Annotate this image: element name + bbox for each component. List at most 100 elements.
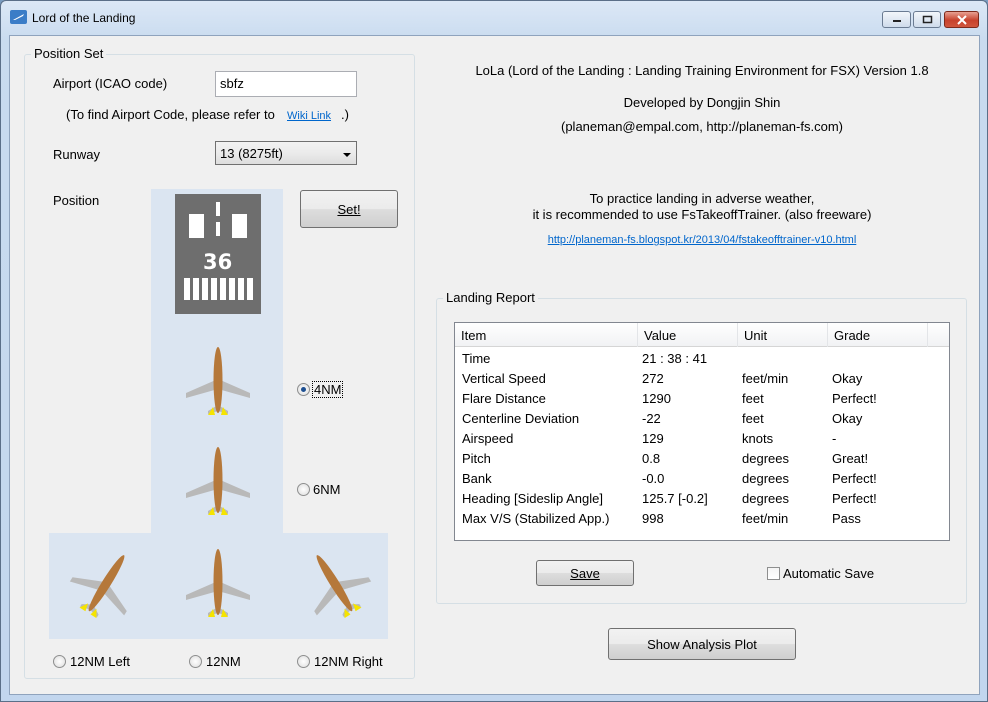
table-row[interactable]: Pitch 0.8 degrees Great!: [455, 449, 949, 469]
radio-12nm-label[interactable]: 12NM: [206, 654, 241, 669]
column-header-item[interactable]: Item: [455, 323, 638, 347]
runway-select[interactable]: 13 (8275ft): [215, 141, 357, 165]
table-row[interactable]: Max V/S (Stabilized App.) 998 feet/min P…: [455, 509, 949, 529]
airplane-12nm-left-icon[interactable]: [66, 544, 146, 624]
client-area: Position Set Airport (ICAO code) sbfz (T…: [9, 35, 980, 695]
airplane-12nm-right-icon[interactable]: [295, 544, 375, 624]
save-button[interactable]: Save: [536, 560, 634, 586]
table-cell: feet/min: [742, 371, 789, 386]
table-cell: Perfect!: [832, 391, 877, 406]
airport-label: Airport (ICAO code): [53, 76, 168, 91]
table-cell: degrees: [742, 491, 789, 506]
close-icon: [945, 12, 978, 27]
table-cell: 125.7 [-0.2]: [642, 491, 708, 506]
runway-label: Runway: [53, 147, 100, 162]
position-label: Position: [53, 193, 100, 208]
column-header-value[interactable]: Value: [638, 323, 738, 347]
about-contact: (planeman@empal.com, http://planeman-fs.…: [561, 119, 843, 134]
table-header: Item Value Unit Grade: [455, 323, 949, 347]
table-row[interactable]: Centerline Deviation -22 feet Okay: [455, 409, 949, 429]
runway-select-value: 13 (8275ft): [220, 146, 283, 161]
table-cell: 21 : 38 : 41: [642, 351, 708, 366]
maximize-button[interactable]: [913, 11, 941, 28]
about-developer: Developed by Dongjin Shin: [623, 95, 781, 110]
table-cell: Flare Distance: [462, 391, 546, 406]
radio-4nm[interactable]: [297, 383, 310, 396]
table-cell: 998: [642, 511, 664, 526]
radio-12nm[interactable]: [189, 655, 202, 668]
table-cell: Max V/S (Stabilized App.): [462, 511, 610, 526]
close-button[interactable]: [944, 11, 979, 28]
table-cell: knots: [742, 431, 774, 446]
table-row[interactable]: Time 21 : 38 : 41: [455, 349, 949, 369]
app-icon: [10, 10, 27, 24]
table-cell: feet/min: [742, 511, 789, 526]
about-version: LoLa (Lord of the Landing : Landing Trai…: [475, 63, 929, 78]
minimize-button[interactable]: [882, 11, 911, 28]
radio-12nm-left[interactable]: [53, 655, 66, 668]
radio-6nm-label[interactable]: 6NM: [313, 482, 340, 497]
column-header-grade[interactable]: Grade: [828, 323, 928, 347]
table-cell: degrees: [742, 471, 789, 486]
radio-12nm-left-label[interactable]: 12NM Left: [70, 654, 130, 669]
table-row[interactable]: Flare Distance 1290 feet Perfect!: [455, 389, 949, 409]
airplane-6nm-icon[interactable]: [182, 445, 254, 517]
maximize-icon: [914, 12, 940, 27]
table-cell: 0.8: [642, 451, 661, 466]
table-cell: Airspeed: [462, 431, 514, 446]
save-button-label: Save: [570, 565, 600, 581]
table-cell: 129: [642, 431, 664, 446]
table-cell: Perfect!: [832, 471, 877, 486]
title-bar[interactable]: Lord of the Landing: [1, 1, 987, 35]
table-row[interactable]: Vertical Speed 272 feet/min Okay: [455, 369, 949, 389]
table-cell: Okay: [832, 371, 863, 386]
automatic-save-checkbox[interactable]: [767, 567, 780, 580]
table-row[interactable]: Airspeed 129 knots -: [455, 429, 949, 449]
minimize-icon: [883, 12, 910, 27]
table-row[interactable]: Heading [Sideslip Angle] 125.7 [-0.2] de…: [455, 489, 949, 509]
column-header-unit[interactable]: Unit: [738, 323, 828, 347]
table-cell: Perfect!: [832, 491, 877, 506]
table-cell: 272: [642, 371, 664, 386]
table-cell: feet: [742, 391, 764, 406]
chevron-down-icon: [343, 153, 351, 157]
show-analysis-plot-label: Show Analysis Plot: [647, 636, 757, 652]
app-window: Lord of the Landing Position Set Airport…: [0, 0, 988, 702]
wiki-link[interactable]: Wiki Link: [287, 110, 331, 122]
table-cell: Bank: [462, 471, 492, 486]
about-tip-line2: it is recommended to use FsTakeoffTraine…: [532, 207, 872, 222]
airplane-4nm-icon[interactable]: [182, 345, 254, 417]
table-cell: Great!: [832, 451, 869, 466]
table-cell: Centerline Deviation: [462, 411, 580, 426]
about-tip-line1: To practice landing in adverse weather,: [589, 191, 815, 206]
table-cell: Pass: [832, 511, 861, 526]
set-button[interactable]: Set!: [300, 190, 398, 228]
window-title: Lord of the Landing: [32, 11, 136, 25]
set-button-label: Set!: [337, 201, 361, 217]
table-cell: Time: [462, 351, 491, 366]
automatic-save-label[interactable]: Automatic Save: [783, 566, 874, 581]
fstakeofftrainer-link[interactable]: http://planeman-fs.blogspot.kr/2013/04/f…: [548, 234, 857, 246]
table-cell: -22: [642, 411, 661, 426]
table-cell: Heading [Sideslip Angle]: [462, 491, 603, 506]
radio-12nm-right[interactable]: [297, 655, 310, 668]
table-cell: 1290: [642, 391, 671, 406]
table-cell: degrees: [742, 451, 789, 466]
radio-4nm-label[interactable]: 4NM: [312, 381, 344, 398]
airport-hint: (To find Airport Code, please refer to: [66, 107, 275, 122]
runway-number: 36: [203, 250, 233, 274]
table-cell: -: [832, 431, 837, 446]
show-analysis-plot-button[interactable]: Show Analysis Plot: [608, 628, 796, 660]
table-cell: Pitch: [462, 451, 491, 466]
table-cell: Vertical Speed: [462, 371, 546, 386]
radio-6nm[interactable]: [297, 483, 310, 496]
airport-hint-suffix: .): [341, 107, 349, 122]
landing-report-table[interactable]: Item Value Unit Grade Time 21 : 38 : 41 …: [454, 322, 950, 541]
about-link-row: http://planeman-fs.blogspot.kr/2013/04/f…: [436, 231, 968, 246]
airplane-12nm-icon[interactable]: [182, 547, 254, 619]
radio-12nm-right-label[interactable]: 12NM Right: [314, 654, 383, 669]
airport-input[interactable]: sbfz: [215, 71, 357, 97]
table-row[interactable]: Bank -0.0 degrees Perfect!: [455, 469, 949, 489]
table-cell: feet: [742, 411, 764, 426]
table-cell: Okay: [832, 411, 863, 426]
